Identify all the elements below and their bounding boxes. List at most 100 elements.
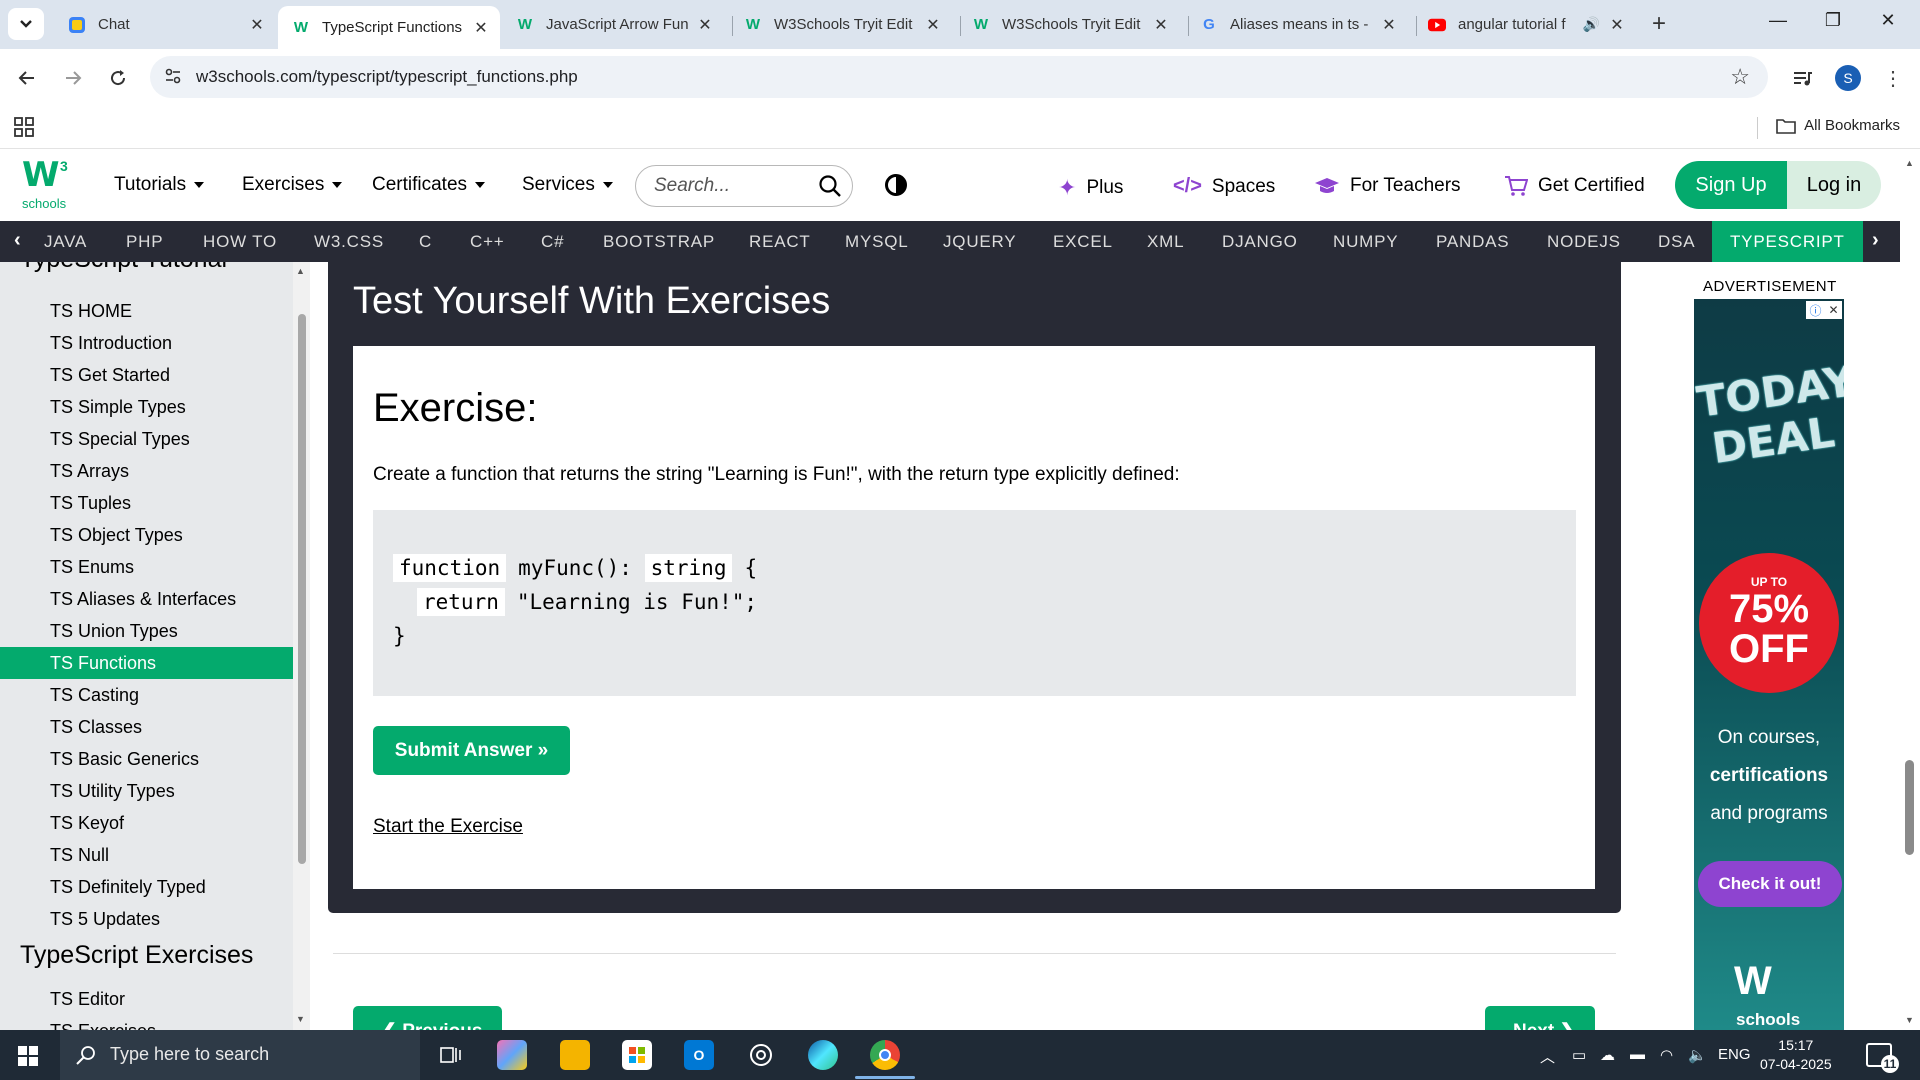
sidebar-item-ts-get-started[interactable]: TS Get Started: [0, 359, 293, 391]
tab-google[interactable]: G Aliases means in ts - ✕: [1186, 6, 1408, 43]
topic-php[interactable]: PHP: [108, 221, 181, 262]
topic-excel[interactable]: EXCEL: [1035, 221, 1131, 262]
topic-nodejs[interactable]: NODEJS: [1529, 221, 1639, 262]
topic-cpp[interactable]: C++: [452, 221, 523, 262]
sidebar-item-ts-object-types[interactable]: TS Object Types: [0, 519, 293, 551]
apps-grid-icon[interactable]: [14, 117, 34, 142]
submit-answer-button[interactable]: Submit Answer »: [373, 726, 570, 775]
topic-jquery[interactable]: JQUERY: [925, 221, 1034, 262]
plus-link[interactable]: ✦ Plus: [1058, 175, 1123, 201]
topic-csharp[interactable]: C#: [523, 221, 582, 262]
sidebar-item-ts-exercises[interactable]: TS Exercises: [0, 1015, 293, 1030]
edge-icon[interactable]: [808, 1040, 838, 1070]
onedrive-icon[interactable]: ☁: [1600, 1046, 1615, 1064]
windows-start-icon[interactable]: [18, 1046, 38, 1066]
sidebar-item-ts-classes[interactable]: TS Classes: [0, 711, 293, 743]
tab-typescript-functions[interactable]: W TypeScript Functions ✕: [278, 6, 500, 49]
scroll-down-icon[interactable]: ▼: [296, 1014, 305, 1024]
nav-services[interactable]: Services: [522, 174, 613, 196]
close-icon[interactable]: ✕: [696, 15, 714, 35]
tab-tryit-2[interactable]: W W3Schools Tryit Edit ✕: [958, 6, 1180, 43]
chrome-icon[interactable]: [870, 1040, 900, 1070]
scroll-right-icon[interactable]: ›: [1872, 229, 1879, 252]
tab-js-arrow[interactable]: W JavaScript Arrow Fun ✕: [502, 6, 724, 43]
sidebar-item-ts-functions[interactable]: TS Functions: [0, 647, 293, 679]
log-in-button[interactable]: Log in: [1787, 161, 1881, 209]
speaker-icon[interactable]: 🔊: [1583, 16, 1600, 33]
close-icon[interactable]: ✕: [1152, 15, 1170, 35]
topic-numpy[interactable]: NUMPY: [1315, 221, 1416, 262]
device-icon[interactable]: ▭: [1572, 1046, 1586, 1064]
microsoft-store-icon[interactable]: [622, 1040, 652, 1070]
topic-react[interactable]: REACT: [731, 221, 829, 262]
sidebar-item-ts-tuples[interactable]: TS Tuples: [0, 487, 293, 519]
nav-exercises[interactable]: Exercises: [242, 174, 343, 196]
scroll-up-icon[interactable]: ▲: [296, 266, 305, 276]
omnibox[interactable]: w3schools.com/typescript/typescript_func…: [150, 56, 1768, 98]
scrollbar-thumb[interactable]: [298, 314, 306, 864]
new-tab-button[interactable]: +: [1652, 10, 1666, 38]
w3schools-logo[interactable]: W 3 schools: [22, 158, 74, 214]
sidebar-scrollbar[interactable]: ▲ ▼: [293, 262, 310, 1030]
nav-tutorials[interactable]: Tutorials: [114, 174, 205, 196]
close-icon[interactable]: ✕: [472, 18, 490, 38]
tab-youtube[interactable]: angular tutorial f 🔊 ✕: [1414, 6, 1636, 43]
taskbar-search[interactable]: Type here to search: [60, 1030, 420, 1080]
media-control-icon[interactable]: [1787, 63, 1817, 93]
copilot-app-icon[interactable]: [497, 1040, 527, 1070]
profile-avatar[interactable]: S: [1835, 65, 1861, 91]
sidebar-item-ts-home[interactable]: TS HOME: [0, 295, 293, 327]
chatgpt-icon[interactable]: [746, 1040, 776, 1070]
sign-up-button[interactable]: Sign Up: [1675, 161, 1787, 209]
dark-mode-toggle-icon[interactable]: [885, 174, 907, 196]
sidebar-item-ts-basic-generics[interactable]: TS Basic Generics: [0, 743, 293, 775]
ad-cta-button[interactable]: Check it out!: [1698, 861, 1842, 907]
all-bookmarks-button[interactable]: All Bookmarks: [1776, 117, 1900, 134]
topic-mysql[interactable]: MYSQL: [827, 221, 927, 262]
topic-java[interactable]: JAVA: [26, 221, 105, 262]
scroll-down-icon[interactable]: ▼: [1905, 1015, 1914, 1025]
sidebar-item-ts-null[interactable]: TS Null: [0, 839, 293, 871]
answer-field-3[interactable]: return: [417, 588, 505, 616]
topic-xml[interactable]: XML: [1129, 221, 1202, 262]
for-teachers-link[interactable]: For Teachers: [1314, 175, 1461, 197]
scrollbar-thumb[interactable]: [1905, 760, 1914, 855]
volume-icon[interactable]: 🔈: [1688, 1046, 1707, 1064]
restore-button[interactable]: ❐: [1813, 10, 1853, 31]
tab-tryit-1[interactable]: W W3Schools Tryit Edit ✕: [730, 6, 952, 43]
tab-search-button[interactable]: [8, 8, 44, 40]
battery-icon[interactable]: ▬: [1630, 1046, 1645, 1063]
topic-typescript[interactable]: TYPESCRIPT: [1712, 221, 1863, 262]
page-scrollbar[interactable]: ▲ ▼: [1900, 150, 1920, 1030]
tab-chat[interactable]: Chat ✕: [54, 6, 276, 43]
sidebar-item-ts-enums[interactable]: TS Enums: [0, 551, 293, 583]
clock[interactable]: 15:17 07-04-2025: [1760, 1036, 1832, 1074]
sidebar-item-ts-utility-types[interactable]: TS Utility Types: [0, 775, 293, 807]
answer-field-2[interactable]: string: [644, 554, 733, 582]
topic-c[interactable]: C: [401, 221, 450, 262]
wifi-icon[interactable]: ◠: [1660, 1046, 1673, 1064]
site-info-icon[interactable]: [164, 67, 182, 90]
sidebar-item-ts-special-types[interactable]: TS Special Types: [0, 423, 293, 455]
topic-pandas[interactable]: PANDAS: [1418, 221, 1527, 262]
notification-center-icon[interactable]: 11: [1866, 1043, 1899, 1073]
reload-button[interactable]: [103, 63, 133, 93]
sidebar-item-ts-aliases-interfaces[interactable]: TS Aliases & Interfaces: [0, 583, 293, 615]
topic-w3css[interactable]: W3.CSS: [296, 221, 402, 262]
scroll-left-icon[interactable]: ‹: [14, 229, 21, 252]
close-icon[interactable]: ✕: [924, 15, 942, 35]
sidebar-item-ts-keyof[interactable]: TS Keyof: [0, 807, 293, 839]
back-button[interactable]: [12, 63, 42, 93]
url-text[interactable]: w3schools.com/typescript/typescript_func…: [196, 67, 578, 87]
get-certified-link[interactable]: Get Certified: [1504, 175, 1645, 197]
minimize-button[interactable]: —: [1758, 10, 1798, 31]
more-menu-icon[interactable]: ⋮: [1878, 63, 1908, 93]
outlook-icon[interactable]: O: [684, 1040, 714, 1070]
advertisement-banner[interactable]: ⓘ ✕ TODAY'S DEAL UP TO 75% OFF On courses…: [1694, 299, 1844, 1030]
scroll-up-icon[interactable]: ▲: [1905, 158, 1914, 168]
search-icon[interactable]: [818, 174, 842, 203]
close-icon[interactable]: ✕: [1380, 15, 1398, 35]
nav-certificates[interactable]: Certificates: [372, 174, 486, 196]
sidebar-item-ts-editor[interactable]: TS Editor: [0, 983, 293, 1015]
close-icon[interactable]: ✕: [1608, 15, 1626, 35]
